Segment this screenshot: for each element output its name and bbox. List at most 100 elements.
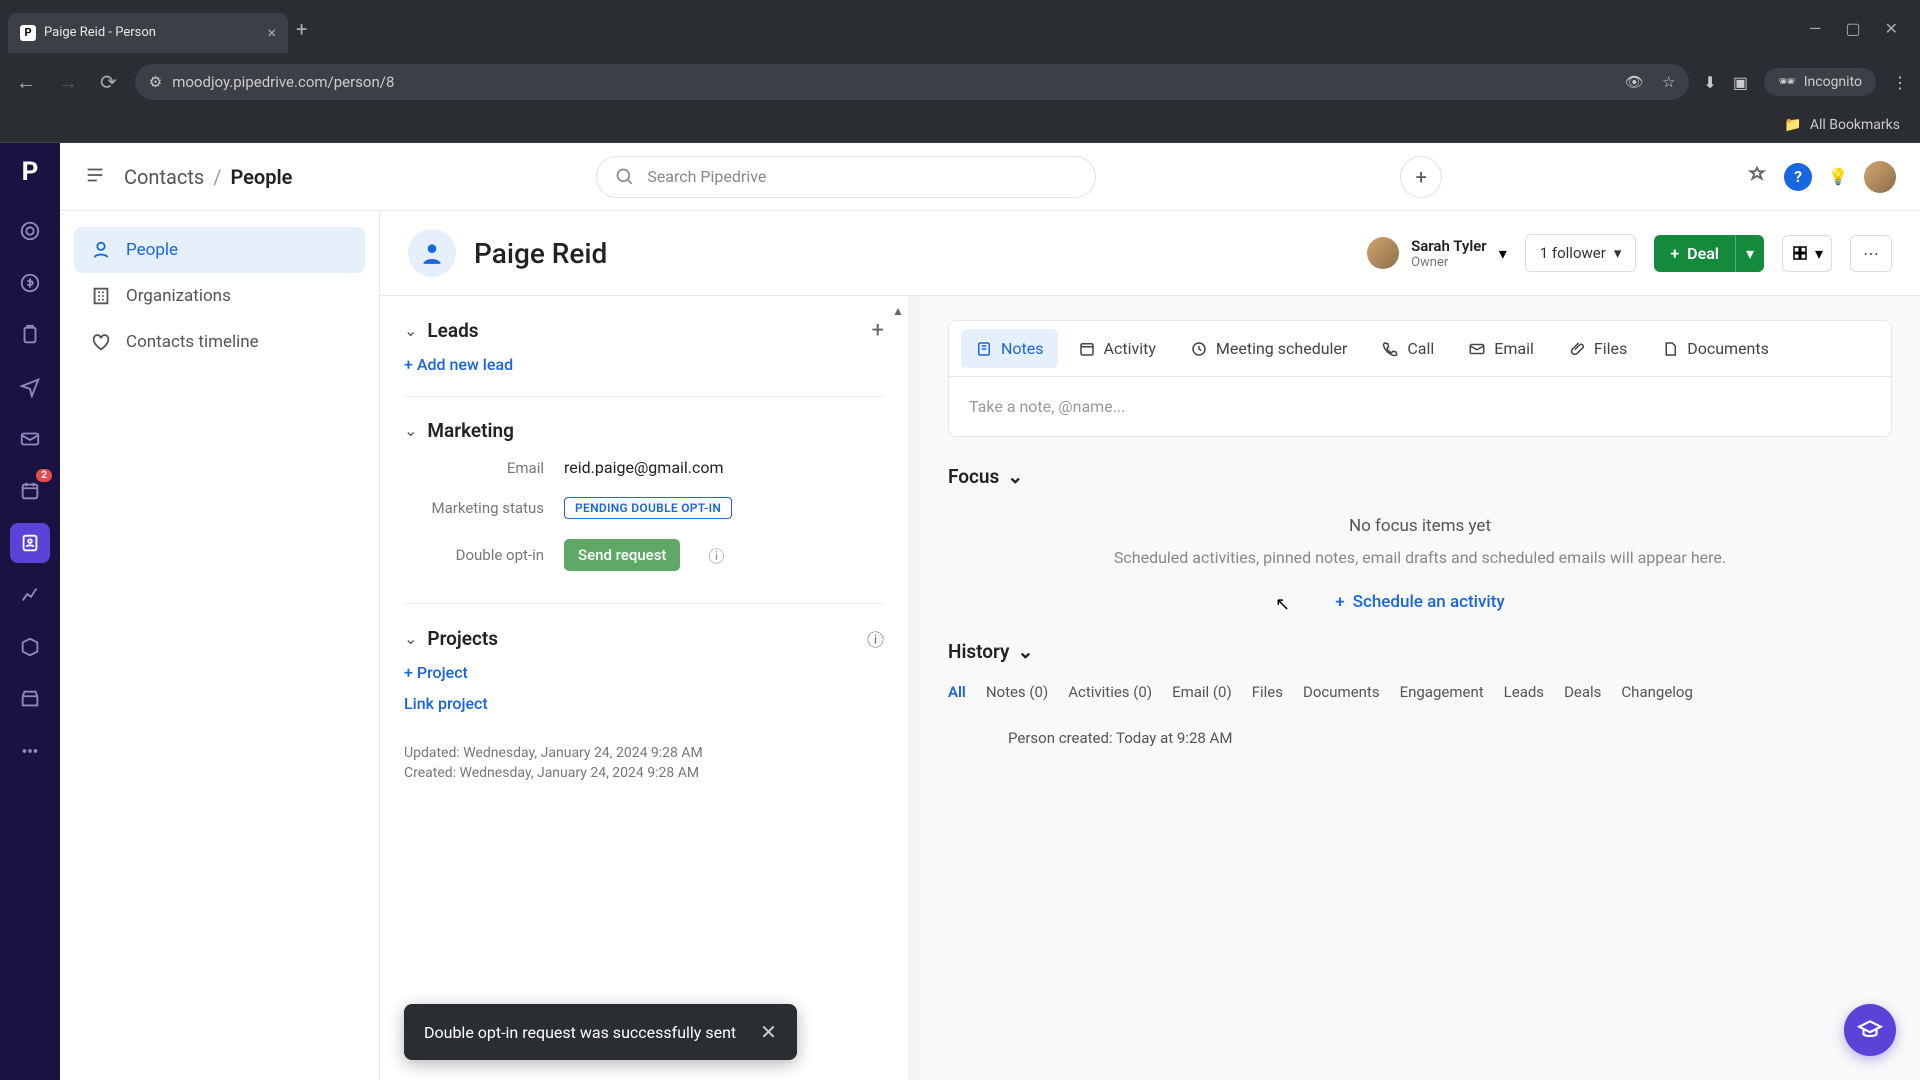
filter-leads[interactable]: Leads	[1504, 683, 1544, 701]
add-project-link[interactable]: + Project	[404, 663, 884, 682]
person-avatar[interactable]	[408, 229, 456, 277]
link-project-link[interactable]: Link project	[404, 694, 884, 713]
filter-notes[interactable]: Notes (0)	[986, 683, 1048, 701]
window-controls: — ▢ ✕	[1809, 19, 1912, 38]
help-button[interactable]: ?	[1784, 163, 1812, 191]
favicon: P	[20, 25, 36, 41]
money-icon[interactable]	[10, 263, 50, 303]
user-avatar[interactable]	[1864, 161, 1896, 193]
clipboard-icon[interactable]	[10, 315, 50, 355]
filter-changelog[interactable]: Changelog	[1621, 683, 1692, 701]
nav-timeline[interactable]: Contacts timeline	[74, 319, 365, 365]
owner-selector[interactable]: Sarah Tyler Owner ▾	[1367, 237, 1507, 270]
chevron-down-icon[interactable]: ⌄	[404, 629, 417, 648]
chevron-down-icon[interactable]: ⌄	[404, 321, 417, 340]
add-lead-icon[interactable]: +	[872, 318, 884, 343]
education-fab[interactable]	[1844, 1004, 1896, 1056]
tab-files[interactable]: Files	[1554, 329, 1641, 368]
insights-icon[interactable]	[10, 575, 50, 615]
contacts-icon[interactable]	[10, 523, 50, 563]
follower-label: 1 follower	[1540, 244, 1606, 262]
global-add-button[interactable]: +	[1400, 156, 1442, 198]
created-meta: Created: Wednesday, January 24, 2024 9:2…	[404, 763, 884, 783]
tab-notes[interactable]: Notes	[961, 329, 1058, 368]
email-value[interactable]: reid.paige@gmail.com	[564, 458, 724, 477]
chevron-down-icon[interactable]: ⌄	[404, 421, 417, 440]
back-icon[interactable]: ←	[12, 66, 40, 99]
more-apps-icon[interactable]	[10, 731, 50, 771]
history-entry: Person created: Today at 9:28 AM	[948, 729, 1892, 747]
add-deal-button[interactable]: + Deal	[1654, 235, 1736, 272]
nav-orgs-label: Organizations	[126, 286, 231, 306]
deal-dropdown[interactable]: ▾	[1736, 235, 1764, 272]
marketplace-icon[interactable]	[10, 679, 50, 719]
history-toggle[interactable]: History ⌄	[948, 640, 1892, 663]
tab-meeting[interactable]: Meeting scheduler	[1176, 329, 1361, 368]
info-icon[interactable]: ⓘ	[708, 543, 724, 567]
nav-people[interactable]: People	[74, 227, 365, 273]
url-bar[interactable]: ⚙ moodjoy.pipedrive.com/person/8 👁 ☆	[135, 64, 1690, 100]
tab-email[interactable]: Email	[1454, 329, 1548, 368]
browser-tab-bar: P Paige Reid - Person × + — ▢ ✕	[0, 0, 1920, 57]
filter-engagement[interactable]: Engagement	[1400, 683, 1484, 701]
scroll-up-icon[interactable]: ▲	[892, 304, 904, 318]
add-lead-link[interactable]: + Add new lead	[404, 355, 884, 374]
panel-icon[interactable]: ▣	[1733, 73, 1748, 92]
schedule-activity-link[interactable]: + Schedule an activity	[948, 592, 1892, 612]
tab-activity[interactable]: Activity	[1064, 329, 1170, 368]
products-icon[interactable]	[10, 627, 50, 667]
filter-all[interactable]: All	[948, 683, 966, 701]
new-tab-button[interactable]: +	[288, 9, 315, 49]
more-actions-button[interactable]: ⋯	[1850, 235, 1892, 272]
view-layout-button[interactable]: ▾	[1782, 235, 1832, 272]
bookmark-star-icon[interactable]: ☆	[1662, 73, 1675, 91]
browser-menu-icon[interactable]: ⋮	[1892, 73, 1908, 92]
all-bookmarks[interactable]: All Bookmarks	[1810, 117, 1900, 133]
browser-tab[interactable]: P Paige Reid - Person ×	[8, 13, 288, 53]
tab-call[interactable]: Call	[1367, 329, 1448, 368]
focus-toggle[interactable]: Focus ⌄	[948, 465, 1892, 488]
close-tab-icon[interactable]: ×	[267, 23, 276, 42]
lightbulb-icon[interactable]: 💡	[1828, 167, 1848, 186]
follower-button[interactable]: 1 follower ▾	[1525, 234, 1637, 272]
url-bar-row: ← → ⟳ ⚙ moodjoy.pipedrive.com/person/8 👁…	[0, 57, 1920, 107]
tab-documents[interactable]: Documents	[1647, 329, 1783, 368]
calendar-icon[interactable]: 2	[10, 471, 50, 511]
incognito-badge[interactable]: 🕶 Incognito	[1764, 68, 1876, 96]
person-name: Paige Reid	[474, 237, 607, 270]
close-window-icon[interactable]: ✕	[1885, 19, 1898, 38]
breadcrumb: Contacts / People	[124, 165, 292, 189]
reload-icon[interactable]: ⟳	[96, 66, 121, 98]
filter-files[interactable]: Files	[1252, 683, 1283, 701]
search-input[interactable]: Search Pipedrive	[596, 156, 1096, 198]
building-icon	[90, 285, 112, 307]
toast-close-icon[interactable]: ✕	[760, 1020, 777, 1044]
filter-documents[interactable]: Documents	[1303, 683, 1380, 701]
eye-off-icon[interactable]: 👁	[1625, 73, 1644, 91]
send-request-button[interactable]: Send request	[564, 539, 680, 571]
projects-info-icon[interactable]: ⓘ	[867, 626, 884, 651]
search-icon	[615, 167, 635, 187]
maximize-icon[interactable]: ▢	[1845, 19, 1860, 38]
note-input[interactable]: Take a note, @name...	[948, 377, 1892, 437]
activity-tabs: Notes Activity Meeting scheduler Call Em…	[948, 320, 1892, 377]
folder-icon: 📁	[1784, 117, 1801, 133]
menu-toggle-icon[interactable]	[84, 164, 106, 190]
target-icon[interactable]	[10, 211, 50, 251]
status-badge: PENDING DOUBLE OPT-IN	[564, 497, 732, 519]
filter-email[interactable]: Email (0)	[1172, 683, 1232, 701]
notification-badge: 2	[36, 469, 52, 482]
breadcrumb-parent[interactable]: Contacts	[124, 165, 204, 189]
site-settings-icon[interactable]: ⚙	[149, 73, 162, 91]
app-logo[interactable]: P	[22, 157, 39, 187]
filter-deals[interactable]: Deals	[1564, 683, 1601, 701]
chevron-down-icon: ▾	[1614, 244, 1622, 262]
campaign-icon[interactable]	[10, 367, 50, 407]
nav-organizations[interactable]: Organizations	[74, 273, 365, 319]
main-body: People Organizations Contacts timeline P…	[60, 211, 1920, 1080]
mail-icon[interactable]	[10, 419, 50, 459]
download-icon[interactable]: ⬇	[1703, 73, 1716, 92]
filter-activities[interactable]: Activities (0)	[1068, 683, 1152, 701]
minimize-icon[interactable]: —	[1809, 19, 1822, 38]
apps-icon[interactable]	[1746, 164, 1768, 190]
